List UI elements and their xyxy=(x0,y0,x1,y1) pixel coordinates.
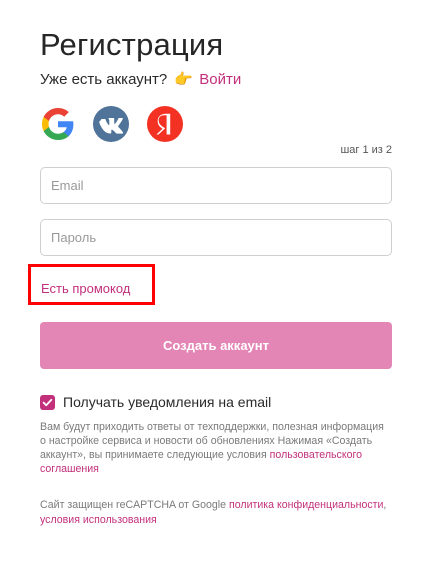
notify-checkbox[interactable] xyxy=(40,395,55,410)
pointing-hand-icon: 👉 xyxy=(174,71,194,88)
create-account-button[interactable]: Создать аккаунт xyxy=(40,322,392,369)
google-icon xyxy=(42,108,74,140)
email-field-wrapper xyxy=(40,167,392,204)
privacy-policy-link[interactable]: политика конфиденциальности xyxy=(229,499,383,511)
login-link[interactable]: Войти xyxy=(199,71,241,88)
step-indicator: шаг 1 из 2 xyxy=(340,144,392,156)
have-account-line: Уже есть аккаунт? 👉 Войти xyxy=(40,70,241,90)
recaptcha-notice: Сайт защищен reCAPTCHA от Google политик… xyxy=(40,498,392,528)
notify-label: Получать уведомления на email xyxy=(63,394,272,410)
info-notice: Вам будут приходить ответы от техподдерж… xyxy=(40,420,392,476)
vk-icon xyxy=(99,118,124,134)
have-account-text: Уже есть аккаунт? xyxy=(40,71,168,88)
promo-code-link[interactable]: Есть промокод xyxy=(41,281,130,296)
email-field[interactable] xyxy=(41,168,391,203)
password-field-wrapper xyxy=(40,219,392,256)
terms-of-use-link[interactable]: условия использования xyxy=(40,514,157,526)
checkmark-icon xyxy=(42,398,53,407)
password-field[interactable] xyxy=(41,220,391,255)
captcha-text: Сайт защищен reCAPTCHA от Google xyxy=(40,499,227,511)
yandex-login-button[interactable] xyxy=(147,106,183,142)
captcha-separator: , xyxy=(383,499,387,511)
page-title: Регистрация xyxy=(40,27,224,62)
yandex-icon xyxy=(156,113,171,135)
google-login-button[interactable] xyxy=(40,106,76,142)
vk-login-button[interactable] xyxy=(93,106,129,142)
